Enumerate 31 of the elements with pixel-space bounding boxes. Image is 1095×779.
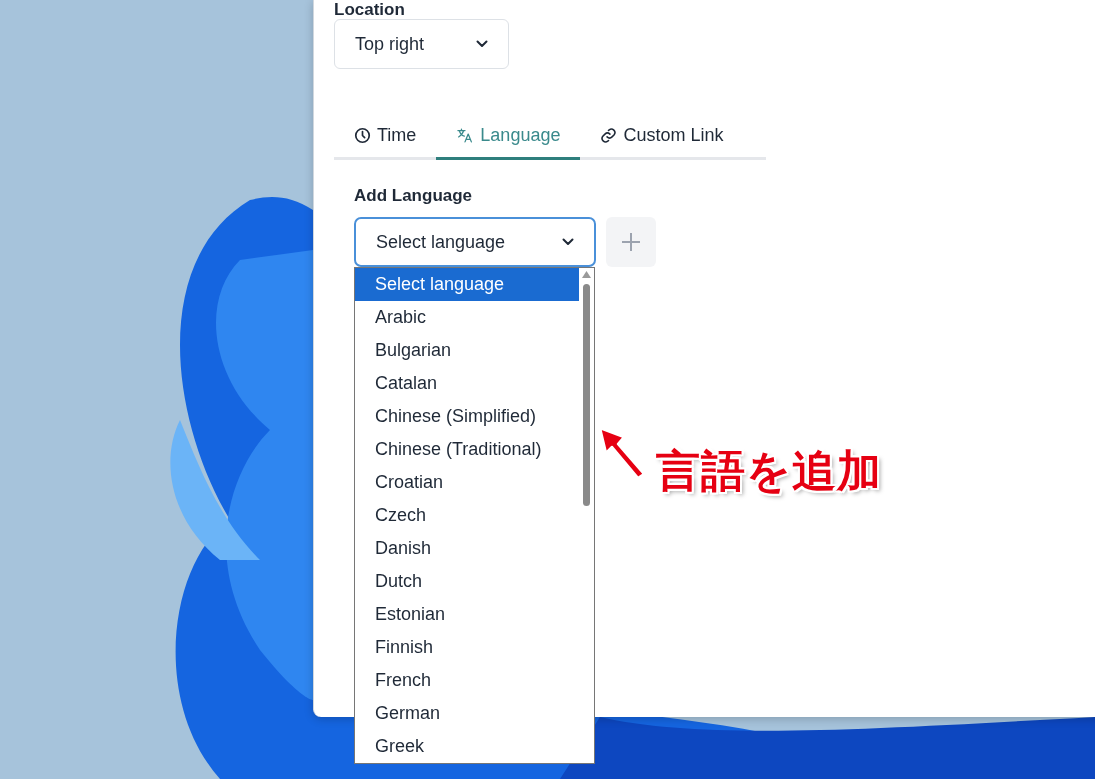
dropdown-option[interactable]: Croatian [355,466,579,499]
dropdown-option[interactable]: Estonian [355,598,579,631]
chevron-down-icon [562,238,574,246]
location-dropdown[interactable]: Top right [334,19,509,69]
chevron-down-icon [476,40,488,48]
annotation-text: 言語を追加 [656,444,882,498]
link-icon [600,127,618,144]
dropdown-option[interactable]: German [355,697,579,730]
plus-icon [621,232,641,252]
dropdown-option[interactable]: Chinese (Simplified) [355,400,579,433]
language-dropdown[interactable]: Select language [354,217,596,267]
dropdown-option[interactable]: French [355,664,579,697]
tab[interactable]: Custom Link [580,115,744,160]
dropdown-option[interactable]: Finnish [355,631,579,664]
dropdown-option[interactable]: Select language [355,268,579,301]
field-label: Add Language [354,186,474,205]
dropdown-option[interactable]: Danish [355,532,579,565]
tab[interactable]: Time [334,115,437,160]
dropdown-option[interactable]: Bulgarian [355,334,579,367]
dropdown-option[interactable]: Greek [355,730,579,763]
dropdown-option[interactable]: Chinese (Traditional) [355,433,579,466]
tab[interactable]: Language [436,115,581,160]
clock-icon [354,127,371,144]
translate-icon [456,127,475,144]
scrollbar-drawing[interactable] [579,268,594,508]
field-label: Location [334,0,406,19]
dropdown-option[interactable]: Arabic [355,301,579,334]
dropdown-option[interactable]: Dutch [355,565,579,598]
dropdown-option[interactable]: Czech [355,499,579,532]
add-button[interactable] [606,217,656,267]
dropdown-option[interactable]: Catalan [355,367,579,400]
